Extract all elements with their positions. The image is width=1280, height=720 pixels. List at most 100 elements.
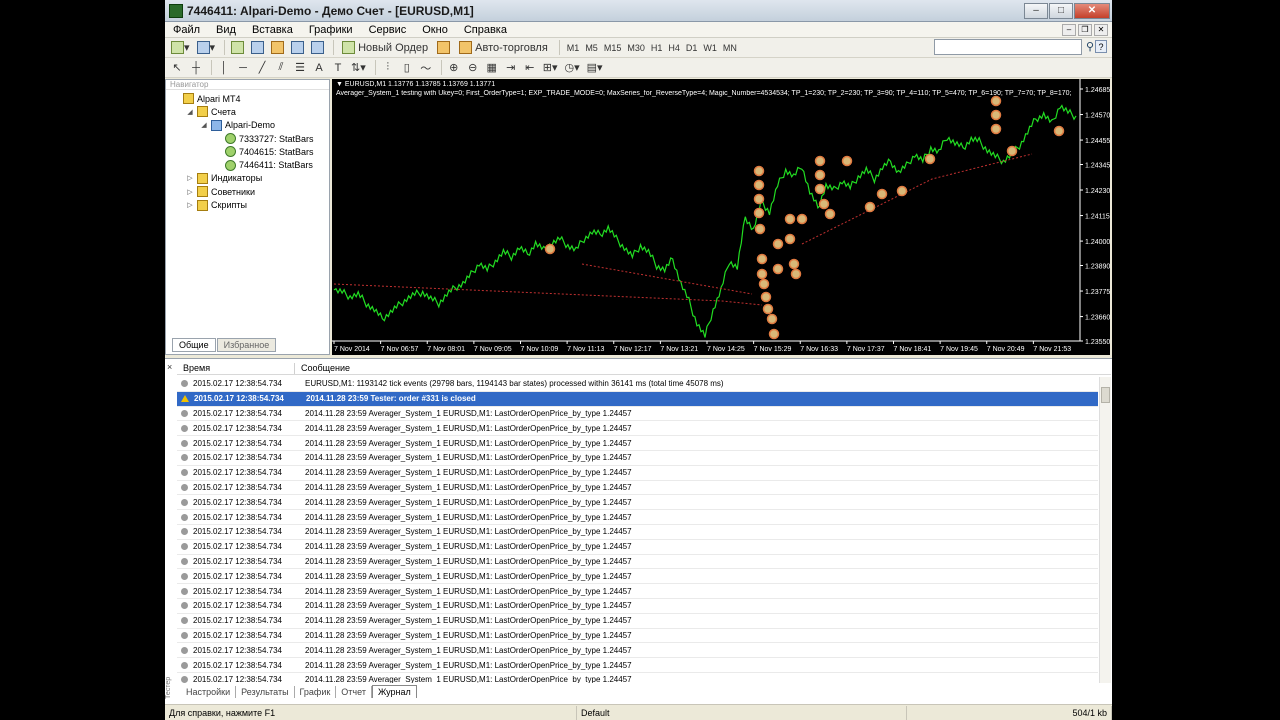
- journal-row[interactable]: 2015.02.17 12:38:54.734 2014.11.28 23:59 …: [177, 658, 1098, 673]
- tester-button[interactable]: [309, 40, 326, 56]
- menu-window[interactable]: Окно: [414, 24, 456, 36]
- journal-row[interactable]: 2015.02.17 12:38:54.734 2014.11.28 23:59 …: [177, 628, 1098, 644]
- journal-row[interactable]: 2015.02.17 12:38:54.734 2014.11.28 23:59 …: [177, 524, 1098, 540]
- journal-row[interactable]: 2015.02.17 12:38:54.734 2014.11.28 23:59 …: [177, 613, 1098, 629]
- journal-row[interactable]: 2015.02.17 12:38:54.734 2014.11.28 23:59 …: [177, 465, 1098, 481]
- timeframe-w1[interactable]: W1: [700, 43, 720, 53]
- crosshair-tool[interactable]: ┼: [188, 60, 204, 76]
- column-header-message[interactable]: Сообщение: [295, 363, 350, 374]
- timeframe-mn[interactable]: MN: [720, 43, 740, 53]
- market-watch-button[interactable]: [229, 40, 246, 56]
- menu-tools[interactable]: Сервис: [361, 24, 415, 36]
- tile-windows-button[interactable]: ▦: [484, 60, 500, 76]
- timeframe-h1[interactable]: H1: [648, 43, 666, 53]
- navigator-item[interactable]: Alpari MT4: [166, 92, 329, 105]
- terminal-button[interactable]: [289, 40, 306, 56]
- menu-charts[interactable]: Графики: [301, 24, 361, 36]
- label-tool[interactable]: T: [330, 60, 346, 76]
- menu-file[interactable]: Файл: [165, 24, 208, 36]
- timeframe-m15[interactable]: M15: [601, 43, 625, 53]
- expand-arrow-icon[interactable]: ▷: [186, 201, 194, 209]
- menu-view[interactable]: Вид: [208, 24, 244, 36]
- timeframe-m30[interactable]: M30: [624, 43, 648, 53]
- expand-arrow-icon[interactable]: ▷: [186, 174, 194, 182]
- navigator-item[interactable]: ◢ Alpari-Demo: [166, 119, 329, 132]
- close-icon[interactable]: ×: [167, 362, 172, 372]
- horizontal-line-tool[interactable]: ─: [235, 60, 251, 76]
- timeframe-m5[interactable]: M5: [582, 43, 601, 53]
- tab-journal[interactable]: Журнал: [371, 685, 417, 698]
- timeframe-d1[interactable]: D1: [683, 43, 701, 53]
- journal-row[interactable]: 2015.02.17 12:38:54.734 2014.11.28 23:59 …: [177, 480, 1098, 496]
- journal-row[interactable]: 2015.02.17 12:38:54.734 2014.11.28 23:59 …: [177, 672, 1098, 683]
- trendline-tool[interactable]: ╱: [254, 60, 270, 76]
- close-button[interactable]: ✕: [1074, 2, 1110, 19]
- channel-tool[interactable]: ⫽: [273, 60, 289, 76]
- expand-arrow-icon[interactable]: ◢: [186, 108, 194, 116]
- search-input[interactable]: [934, 39, 1082, 55]
- auto-scroll-button[interactable]: ⇥: [503, 60, 519, 76]
- expand-arrow-icon[interactable]: ◢: [200, 121, 208, 129]
- templates-button[interactable]: ▤▾: [585, 60, 605, 76]
- journal-row[interactable]: 2015.02.17 12:38:54.734 2014.11.28 23:59 …: [177, 421, 1098, 437]
- navigator-item[interactable]: ▷ Скрипты: [166, 198, 329, 211]
- journal-row[interactable]: 2015.02.17 12:38:54.734 2014.11.28 23:59 …: [177, 584, 1098, 599]
- scrollbar-thumb[interactable]: [1101, 387, 1110, 403]
- arrows-tool[interactable]: ⇅▾: [349, 60, 368, 76]
- journal-row[interactable]: 2015.02.17 12:38:54.734 2014.11.28 23:59 …: [177, 391, 1098, 407]
- journal-row[interactable]: 2015.02.17 12:38:54.734 2014.11.28 23:59 …: [177, 406, 1098, 422]
- journal-row[interactable]: 2015.02.17 12:38:54.734 2014.11.28 23:59 …: [177, 569, 1098, 585]
- timeframe-h4[interactable]: H4: [665, 43, 683, 53]
- navigator-item[interactable]: ▷ Советники: [166, 185, 329, 198]
- zoom-out-button[interactable]: ⊖: [465, 60, 481, 76]
- vertical-line-tool[interactable]: │: [216, 60, 232, 76]
- line-chart-button[interactable]: 〜: [418, 60, 434, 76]
- journal-row[interactable]: 2015.02.17 12:38:54.734 2014.11.28 23:59 …: [177, 436, 1098, 451]
- navigator-item[interactable]: 7404615: StatBars: [166, 145, 329, 158]
- journal-row[interactable]: 2015.02.17 12:38:54.734 2014.11.28 23:59 …: [177, 450, 1098, 466]
- indicators-button[interactable]: ⊞▾: [541, 60, 560, 76]
- menu-insert[interactable]: Вставка: [244, 24, 301, 36]
- journal-row[interactable]: 2015.02.17 12:38:54.734 2014.11.28 23:59 …: [177, 554, 1098, 570]
- profiles-button[interactable]: ▾: [195, 40, 218, 56]
- navigator-item[interactable]: ◢ Счета: [166, 105, 329, 118]
- text-tool[interactable]: A: [311, 60, 327, 76]
- journal-row[interactable]: 2015.02.17 12:38:54.734 EURUSD,M1: 119314…: [177, 377, 1098, 392]
- navigator-button[interactable]: [269, 40, 286, 56]
- tab-settings[interactable]: Настройки: [181, 685, 237, 698]
- journal-row[interactable]: 2015.02.17 12:38:54.734 2014.11.28 23:59 …: [177, 495, 1098, 511]
- maximize-button[interactable]: □: [1049, 2, 1073, 19]
- journal-scrollbar[interactable]: [1099, 377, 1111, 683]
- journal-row[interactable]: 2015.02.17 12:38:54.734 2014.11.28 23:59 …: [177, 539, 1098, 555]
- menu-help[interactable]: Справка: [456, 24, 515, 36]
- journal-row[interactable]: 2015.02.17 12:38:54.734 2014.11.28 23:59 …: [177, 510, 1098, 525]
- tab-favorites[interactable]: Избранное: [216, 338, 277, 352]
- chart-shift-button[interactable]: ⇤: [522, 60, 538, 76]
- tab-report[interactable]: Отчет: [336, 685, 372, 698]
- help-icon[interactable]: ?: [1095, 40, 1107, 53]
- mdi-restore-icon[interactable]: ❐: [1078, 23, 1092, 36]
- minimize-button[interactable]: –: [1024, 2, 1048, 19]
- tab-common[interactable]: Общие: [172, 338, 216, 352]
- chart-window[interactable]: 1.24685 1.24570 1.24455 1.24345 1.24230 1.241…: [332, 79, 1110, 355]
- tab-results[interactable]: Результаты: [236, 685, 295, 698]
- journal-row[interactable]: 2015.02.17 12:38:54.734 2014.11.28 23:59 …: [177, 643, 1098, 659]
- column-header-time[interactable]: Время: [177, 363, 295, 374]
- navigator-item[interactable]: 7446411: StatBars: [166, 158, 329, 171]
- cursor-tool[interactable]: ↖: [169, 60, 185, 76]
- periods-button[interactable]: ◷▾: [563, 60, 582, 76]
- bar-chart-button[interactable]: ⫶: [380, 60, 396, 76]
- search-icon[interactable]: ⚲: [1086, 40, 1094, 53]
- tab-graph[interactable]: График: [295, 685, 337, 698]
- auto-trading-button[interactable]: Авто-торговля: [455, 40, 552, 56]
- title-bar[interactable]: 7446411: Alpari-Demo - Демо Счет - [EURU…: [165, 0, 1112, 22]
- new-order-button[interactable]: Новый Ордер: [338, 40, 432, 56]
- candles-button[interactable]: ▯: [399, 60, 415, 76]
- navigator-item[interactable]: 7333727: StatBars: [166, 132, 329, 145]
- navigator-item[interactable]: ▷ Индикаторы: [166, 172, 329, 185]
- data-window-button[interactable]: [249, 40, 266, 56]
- journal-row[interactable]: 2015.02.17 12:38:54.734 2014.11.28 23:59 …: [177, 598, 1098, 614]
- timeframe-m1[interactable]: M1: [564, 43, 583, 53]
- expand-arrow-icon[interactable]: ▷: [186, 188, 194, 196]
- mdi-minimize-icon[interactable]: –: [1062, 23, 1076, 36]
